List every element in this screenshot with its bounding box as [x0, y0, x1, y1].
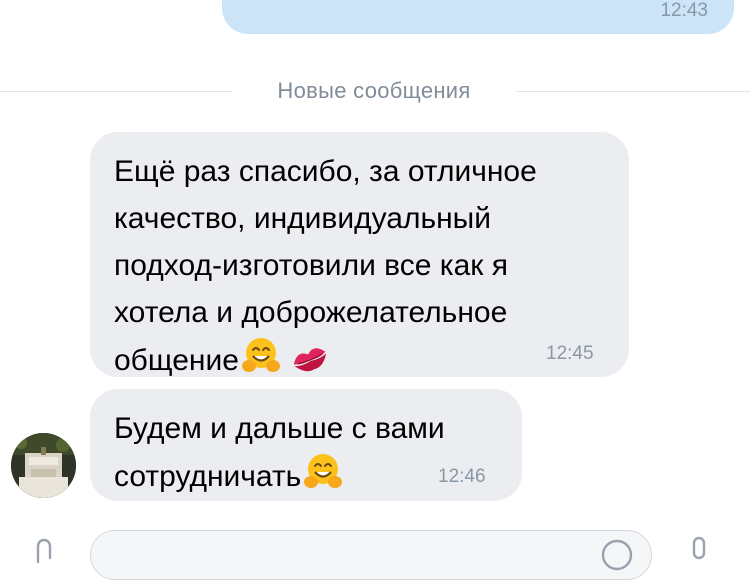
message-input[interactable] [90, 530, 652, 580]
divider-label: Новые сообщения [277, 78, 471, 103]
divider-line-left [0, 91, 232, 92]
divider-line-right [516, 91, 750, 92]
smile-icon[interactable] [600, 538, 634, 572]
hugging-face-icon [241, 336, 281, 381]
incoming-message-bubble[interactable]: Будем и дальше с вами сотрудничать 12:46 [90, 389, 522, 501]
incoming-message-bubble[interactable]: Ещё раз спасибо, за отличное качество, и… [90, 132, 629, 377]
new-messages-divider: Новые сообщения [0, 76, 750, 106]
kiss-mark-icon [289, 342, 331, 381]
message-time: 12:43 [660, 0, 708, 21]
message-composer [0, 520, 750, 580]
message-text: Будем и дальше с вами сотрудничать [114, 412, 445, 493]
avatar[interactable] [11, 433, 76, 498]
message-time: 12:46 [438, 466, 486, 487]
paperclip-icon[interactable] [30, 536, 58, 564]
microphone-icon[interactable] [686, 536, 712, 566]
outgoing-message-bubble[interactable]: 12:43 [222, 0, 734, 34]
message-time: 12:45 [546, 343, 594, 364]
hugging-face-icon [303, 452, 343, 497]
